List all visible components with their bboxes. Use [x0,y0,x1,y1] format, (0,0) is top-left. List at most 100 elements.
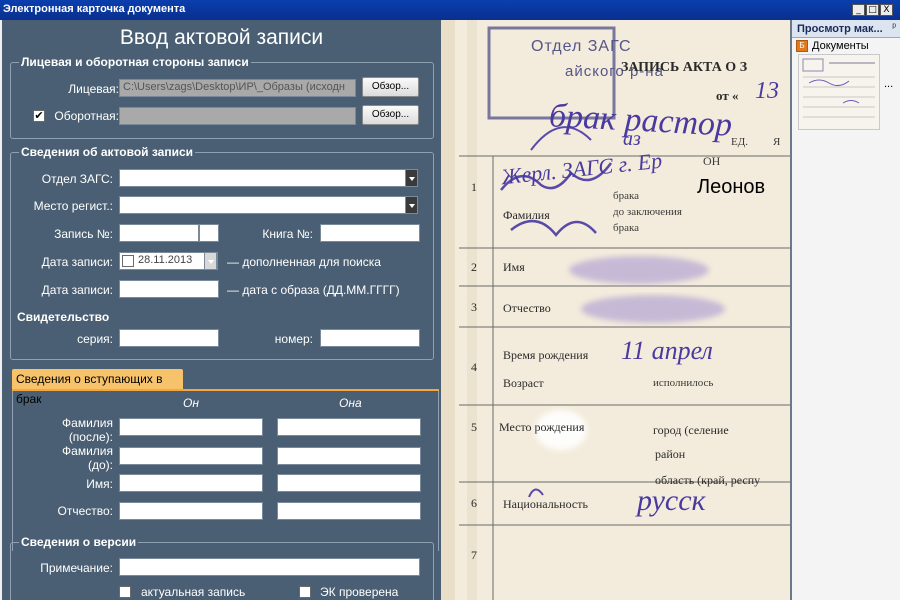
maximize-button[interactable]: □ [866,4,879,16]
column-she-label: Она [339,396,362,410]
office-label: Отдел ЗАГС: [41,172,113,186]
stamp-line-1: Отдел ЗАГС [531,38,632,55]
front-browse-button[interactable]: Обзор... [362,77,419,97]
doc-row-number-3: 3 [471,300,477,314]
sides-group-title: Лицевая и оборотная стороны записи [19,55,251,69]
form-heading: Ввод актовой записи [119,26,324,49]
record-form-panel: Ввод актовой записи Лицевая и оборотная … [2,20,441,600]
back-checkbox[interactable]: ✔ [33,110,45,122]
back-browse-button[interactable]: Обзор... [362,105,419,125]
note-label: Примечание: [40,561,113,575]
she-first-name-input[interactable] [277,474,421,492]
doc-date-day: 13 [755,78,779,104]
actual-record-checkbox[interactable] [119,586,131,598]
side-panel-title: Просмотр мак... [792,20,900,38]
surname-before-label: Фамилия (до): [62,444,113,472]
series-input[interactable] [119,329,219,347]
doc-row-label-name: Имя [503,260,525,274]
she-surname-before-input[interactable] [277,447,421,465]
back-path-field[interactable] [119,107,356,125]
app-window: Электронная карточка документа _ □ X Вво… [0,0,900,600]
document-folder-icon: Б [796,40,808,52]
doc-row-label-patronymic: Отчество [503,301,551,315]
doc-row-label-birthplace: Место рождения [499,420,585,434]
patronymic-label: Отчество: [57,504,114,518]
marriage-tab-content: Он Она Фамилия (после): Фамилия (до): Им… [12,391,439,551]
record-info-group: Сведения об актовой записи Отдел ЗАГС: М… [10,145,434,360]
doc-hw-birth: 11 апрел [621,336,713,365]
doc-printed-brak: брака [613,190,640,202]
doc-row-number-6: 6 [471,496,477,510]
image-date-note: — дата с образа (ДД.ММ.ГГГГ) [227,283,400,297]
book-number-label: Книга №: [262,227,313,241]
number-label: номер: [274,332,313,346]
series-label: серия: [77,332,113,346]
he-surname-after-input[interactable] [119,418,263,436]
back-label: Оборотная: [54,109,119,123]
she-patronymic-input[interactable] [277,502,421,520]
window-title: Электронная карточка документа [3,3,186,15]
doc-printed-ed: ЕД. [731,136,748,148]
doc-hw-az: аз [623,128,641,150]
title-bar: Электронная карточка документа _ □ X [0,0,900,20]
doc-printed-on: ОН [703,154,721,168]
doc-row-number-5: 5 [471,420,477,434]
record-number-input[interactable] [119,224,199,242]
card-checked-label: ЭК проверена [320,585,399,599]
he-surname-before-input[interactable] [119,447,263,465]
office-select[interactable] [119,169,406,187]
document-thumbnail[interactable] [798,54,880,130]
actual-record-label: актуальная запись [141,585,246,599]
note-input[interactable] [119,558,420,576]
more-indicator: ... [884,78,894,90]
tab-marriage-parties[interactable]: Сведения о вступающих в брак [12,369,183,406]
tree-item-label: Документы [812,40,869,52]
minimize-button[interactable]: _ [852,4,865,16]
record-date-checkbox[interactable] [122,255,134,267]
doc-row-number-1: 1 [471,180,477,194]
record-date-note: — дополненная для поиска [227,255,381,269]
doc-printed-age: исполнилось [653,377,714,389]
doc-row-number-2: 2 [471,260,477,274]
place-label: Место регист.: [33,199,113,213]
front-path-field[interactable]: C:\Users\zags\Desktop\ИР\_Образы (исходн [119,79,356,97]
he-first-name-input[interactable] [119,474,263,492]
doc-date-prefix: от « [716,88,739,103]
place-select[interactable] [119,196,406,214]
close-button[interactable]: X [880,4,893,16]
doc-hw-nationality: русск [637,484,706,517]
he-patronymic-input[interactable] [119,502,263,520]
doc-surname-typed: Леонов [697,176,766,198]
doc-printed-city: город (селение [653,423,729,437]
office-dropdown-icon[interactable] [405,169,418,187]
record-date-label: Дата записи: [41,255,113,269]
record-number-suffix-input[interactable] [199,224,219,242]
image-date-input[interactable] [119,280,219,298]
front-label: Лицевая: [68,82,119,96]
she-surname-after-input[interactable] [277,418,421,436]
place-dropdown-icon[interactable] [405,196,418,214]
first-name-label: Имя: [86,477,113,491]
certificate-label: Свидетельство [17,310,110,324]
doc-row-label-surname: Фамилия [503,208,550,222]
image-date-label: Дата записи: [41,283,113,297]
record-number-label: Запись №: [54,227,113,241]
column-he-label: Он [183,396,199,410]
card-checked-checkbox[interactable] [299,586,311,598]
version-group: Сведения о версии Примечание: актуальная… [10,535,434,600]
document-scan-view[interactable]: Отдел ЗАГС айского р-на ЗАПИСЬ АКТА О З … [441,20,790,600]
layout-preview-panel: Просмотр мак... ᵖ Б Документы ... [790,20,900,600]
version-group-title: Сведения о версии [19,535,139,549]
record-date-dropdown-icon[interactable] [204,252,217,270]
sides-group: Лицевая и оборотная стороны записи Лицев… [10,55,434,139]
pin-icon[interactable]: ᵖ [892,22,896,33]
surname-after-label: Фамилия (после): [62,416,113,444]
thumbnail-image [799,55,879,129]
doc-row-label-nationality: Национальность [503,497,588,511]
doc-header: ЗАПИСЬ АКТА О З [621,60,748,75]
doc-printed-district: район [655,447,686,461]
book-number-input[interactable] [320,224,420,242]
number-input[interactable] [320,329,420,347]
doc-printed-ya: Я [773,136,781,148]
doc-row-number-4: 4 [471,360,477,374]
